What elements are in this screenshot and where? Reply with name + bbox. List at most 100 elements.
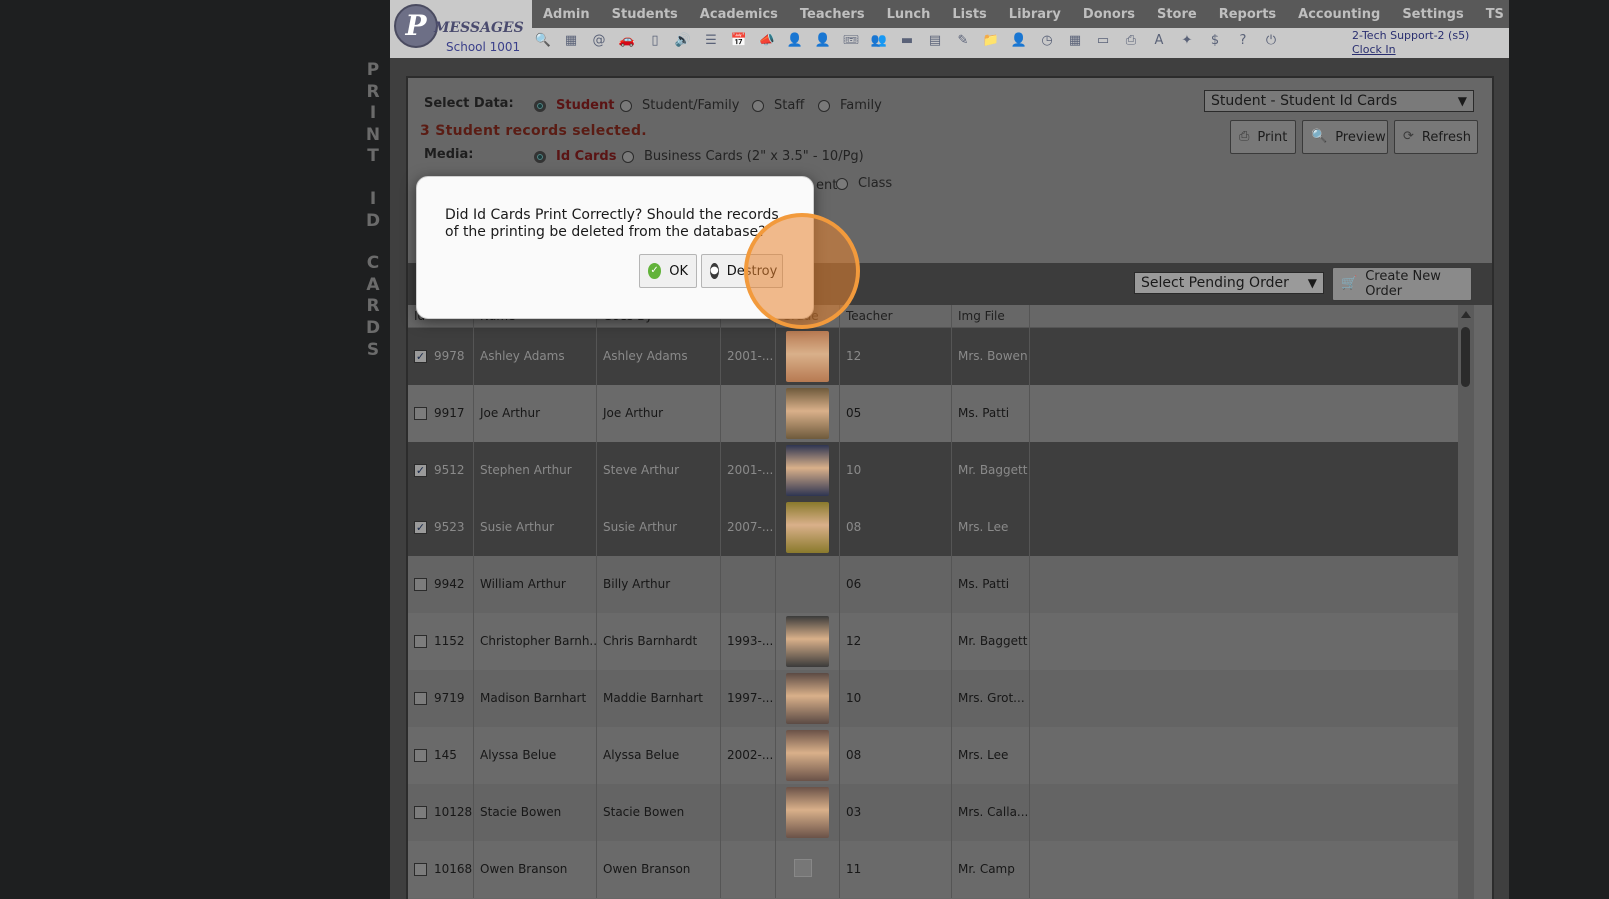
row-checkbox[interactable] — [414, 863, 427, 876]
header-img-file[interactable]: Img File — [952, 305, 1030, 327]
title-letter: I — [369, 188, 377, 209]
radio-student-family[interactable]: Student/Family — [620, 98, 739, 113]
radio-student[interactable]: Student — [534, 98, 614, 113]
cell-teacher: Mrs. Grot... — [952, 670, 1030, 727]
radio-class[interactable]: Class — [836, 176, 892, 191]
cell-goes-by: Ashley Adams — [597, 328, 721, 385]
table-row[interactable]: 145 Alyssa Belue Alyssa Belue 2002-... 08 Mrs… — [408, 727, 1458, 784]
person-icon[interactable]: 👤 — [786, 32, 804, 50]
table-row[interactable]: 9917 Joe Arthur Joe Arthur 05 Ms. Patti — [408, 385, 1458, 442]
row-checkbox[interactable]: ✓ — [414, 521, 427, 534]
person-icon[interactable]: 👤 — [814, 32, 832, 50]
pencil-icon[interactable]: ✎ — [954, 32, 972, 50]
scroll-thumb[interactable] — [1461, 327, 1470, 387]
menu-item-academics[interactable]: Academics — [689, 7, 789, 22]
menu-item-donors[interactable]: Donors — [1072, 7, 1146, 22]
option-partial[interactable]: ent — [816, 178, 837, 193]
preview-button[interactable]: 🔍 Preview — [1302, 120, 1388, 154]
table-icon[interactable]: ▦ — [1066, 32, 1084, 50]
menu-item-library[interactable]: Library — [998, 7, 1072, 22]
row-checkbox[interactable] — [414, 635, 427, 648]
radio-family[interactable]: Family — [818, 98, 882, 113]
menu-item-accounting[interactable]: Accounting — [1287, 7, 1391, 22]
student-photo — [786, 331, 829, 382]
logo[interactable]: P MESSAGES School 1001 — [390, 0, 532, 58]
cell-photo — [776, 328, 840, 385]
table-row[interactable]: ✓ 9523 Susie Arthur Susie Arthur 2007-... 08 M… — [408, 499, 1458, 556]
ok-button[interactable]: ✓ OK — [639, 254, 697, 288]
row-checkbox[interactable] — [414, 578, 427, 591]
table-row[interactable]: 9719 Madison Barnhart Maddie Barnhart 1997-… — [408, 670, 1458, 727]
help-icon[interactable]: ? — [1234, 32, 1252, 50]
cell-grade: 11 — [840, 841, 952, 898]
phone-icon[interactable]: ▯ — [646, 32, 664, 50]
search-icon[interactable]: 🔍 — [534, 32, 552, 50]
radio-business-cards[interactable]: Business Cards (2" x 3.5" - 10/Pg) — [622, 149, 864, 164]
ticket-icon[interactable]: 🎟 — [842, 32, 860, 50]
scroll-up-icon[interactable] — [1461, 311, 1471, 318]
table-row[interactable]: 10128 Stacie Bowen Stacie Bowen 03 Mrs. Call… — [408, 784, 1458, 841]
cell-goes-by: Stacie Bowen — [597, 784, 721, 841]
student-id: 9719 — [434, 691, 465, 705]
table-row[interactable]: 9942 William Arthur Billy Arthur 06 Ms. Patt… — [408, 556, 1458, 613]
create-new-order-button[interactable]: 🛒 Create New Order — [1332, 267, 1472, 301]
folder-icon[interactable]: 📁 — [982, 32, 1000, 50]
grid-scrollbar[interactable] — [1458, 305, 1474, 899]
student-photo — [786, 730, 829, 781]
icon-toolbar: 🔍 ▦ @ 🚗 ▯ 🔊 ☰ 📅 📣 👤 👤 🎟 👥 ▬ ▤ ✎ 📁 👤 ◷ ▦ ▭ ⎙ A ✦ $? ⏻ 2-Tech Suppo… — [532, 28, 1509, 58]
cell-teacher: Mr. Camp — [952, 841, 1030, 898]
menu-item-store[interactable]: Store — [1146, 7, 1208, 22]
list-icon[interactable]: ☰ — [702, 32, 720, 50]
menu-item-admin[interactable]: Admin — [532, 7, 601, 22]
document-icon[interactable]: ▤ — [926, 32, 944, 50]
menu-item-lunch[interactable]: Lunch — [876, 7, 942, 22]
row-checkbox[interactable]: ✓ — [414, 350, 427, 363]
refresh-button[interactable]: ⟳ Refresh — [1394, 120, 1478, 154]
table-row[interactable]: ✓ 9978 Ashley Adams Ashley Adams 2001-... 12 M… — [408, 328, 1458, 385]
chevron-down-icon: ▼ — [1457, 94, 1467, 108]
radio-staff[interactable]: Staff — [752, 98, 804, 113]
at-icon[interactable]: @ — [590, 32, 608, 50]
logo-brand: MESSAGES — [434, 20, 524, 36]
megaphone-icon[interactable]: 📣 — [758, 32, 776, 50]
printer-icon[interactable]: ⎙ — [1122, 32, 1140, 50]
menu-item-lists[interactable]: Lists — [941, 7, 997, 22]
clock-in-link[interactable]: Clock In — [1352, 43, 1469, 57]
pdf-icon[interactable]: ✦ — [1178, 32, 1196, 50]
group-icon[interactable]: 👥 — [870, 32, 888, 50]
header-teacher[interactable]: Teacher — [840, 305, 952, 327]
row-checkbox[interactable] — [414, 407, 427, 420]
menu-item-teachers[interactable]: Teachers — [789, 7, 876, 22]
calendar-grid-icon[interactable]: ▦ — [562, 32, 580, 50]
car-icon[interactable]: 🚗 — [618, 32, 636, 50]
pending-order-select[interactable]: Select Pending Order ▼ — [1134, 272, 1324, 294]
destroy-button[interactable]: ● Destroy — [701, 254, 783, 288]
menu-item-students[interactable]: Students — [601, 7, 689, 22]
cell-grade: 05 — [840, 385, 952, 442]
student-photo — [786, 445, 829, 496]
menu-item-settings[interactable]: Settings — [1391, 7, 1474, 22]
card-icon[interactable]: ▬ — [898, 32, 916, 50]
row-checkbox[interactable] — [414, 806, 427, 819]
ap-icon[interactable]: A — [1150, 32, 1168, 50]
money-icon[interactable]: $ — [1206, 32, 1224, 50]
student-id: 9523 — [434, 520, 465, 534]
radio-id-cards[interactable]: Id Cards — [534, 149, 616, 164]
menu-item-reports[interactable]: Reports — [1208, 7, 1287, 22]
id-card-icon[interactable]: ▭ — [1094, 32, 1112, 50]
table-row[interactable]: ✓ 9512 Stephen Arthur Steve Arthur 2001-... 1… — [408, 442, 1458, 499]
menu-item-ts[interactable]: TS — [1475, 7, 1509, 22]
row-checkbox[interactable]: ✓ — [414, 464, 427, 477]
user-icon[interactable]: 👤 — [1010, 32, 1028, 50]
table-row[interactable]: 1152 Christopher Barnh... Chris Barnhardt 1… — [408, 613, 1458, 670]
row-checkbox[interactable] — [414, 749, 427, 762]
power-icon[interactable]: ⏻ — [1262, 32, 1280, 50]
speaker-icon[interactable]: 🔊 — [674, 32, 692, 50]
report-type-select[interactable]: Student - Student Id Cards ▼ — [1204, 90, 1474, 112]
clock-icon[interactable]: ◷ — [1038, 32, 1056, 50]
school-name: School 1001 — [446, 40, 521, 54]
table-row[interactable]: 10168 Owen Branson Owen Branson 11 Mr. Camp — [408, 841, 1458, 898]
row-checkbox[interactable] — [414, 692, 427, 705]
calendar-icon[interactable]: 📅 — [730, 32, 748, 50]
print-button[interactable]: ⎙ Print — [1230, 120, 1296, 154]
